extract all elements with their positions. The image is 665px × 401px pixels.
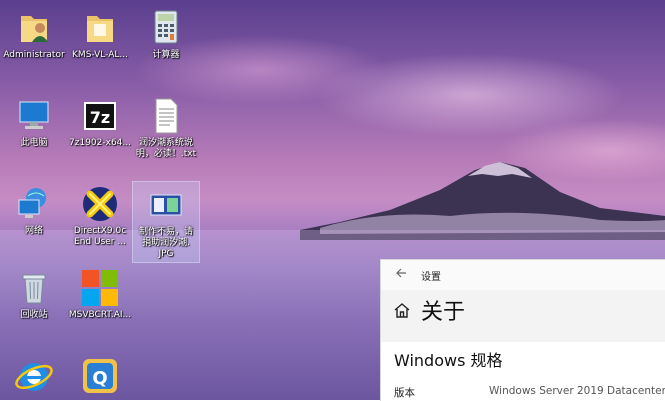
icon-label: 此电脑 bbox=[20, 138, 48, 148]
icon-label: 计算器 bbox=[152, 50, 180, 60]
calculator-icon bbox=[146, 8, 186, 48]
desktop-icon-network[interactable]: 网络 bbox=[1, 184, 67, 237]
icon-label: 润汐潮系统说 明，必读！.txt bbox=[135, 138, 197, 159]
spec-key: 版本 bbox=[394, 387, 415, 399]
desktop-icon-7zip[interactable]: 7z 7z1902-x64... bbox=[67, 96, 133, 149]
desktop-icon-q-app[interactable]: Q bbox=[67, 356, 133, 398]
computer-icon bbox=[14, 96, 54, 136]
page-heading-row: 关于 bbox=[381, 290, 665, 330]
windows-spec-section: Windows 规格 版本 Windows Server 2019 Datace… bbox=[381, 342, 665, 401]
spec-value: Windows Server 2019 Datacenter bbox=[489, 385, 665, 397]
internet-explorer-icon bbox=[14, 356, 54, 396]
mountain-scenery bbox=[300, 162, 665, 240]
window-title: 设置 bbox=[421, 271, 441, 283]
network-icon bbox=[14, 184, 54, 224]
icon-label: 回收站 bbox=[20, 310, 48, 320]
desktop-icon-directx[interactable]: DirectX9.0c End User ... bbox=[67, 184, 133, 248]
desktop-icon-administrator[interactable]: Administrator bbox=[1, 8, 67, 61]
7zip-icon: 7z bbox=[80, 96, 120, 136]
directx-icon bbox=[80, 184, 120, 224]
home-icon[interactable] bbox=[393, 301, 411, 319]
desktop-icon-readme-txt[interactable]: 润汐潮系统说 明，必读！.txt bbox=[133, 96, 199, 160]
desktop-icon-donate-jpg[interactable]: 制作不易，请 捐助润汐潮. JPG bbox=[132, 181, 200, 263]
section-title: Windows 规格 bbox=[394, 351, 503, 370]
back-arrow-icon bbox=[396, 268, 406, 278]
desktop-icon-msvbcrt[interactable]: MSVBCRT.AI... bbox=[67, 268, 133, 321]
back-button[interactable] bbox=[381, 267, 421, 283]
svg-text:Q: Q bbox=[92, 368, 107, 389]
image-file-icon bbox=[146, 185, 186, 225]
icon-label: KMS-VL-AL... bbox=[72, 50, 128, 60]
desktop-icon-calculator[interactable]: 计算器 bbox=[133, 8, 199, 61]
settings-titlebar: 设置 bbox=[381, 260, 665, 290]
settings-window: 设置 关于 Windows 规格 版本 Windows Server 2019 … bbox=[380, 259, 665, 401]
desktop-icon-kms[interactable]: KMS-VL-AL... bbox=[67, 8, 133, 61]
windows-logo-icon bbox=[80, 268, 120, 308]
icon-label: 7z1902-x64... bbox=[69, 138, 131, 148]
desktop-icon-internet-explorer[interactable] bbox=[1, 356, 67, 398]
icon-label: Administrator bbox=[3, 50, 65, 60]
user-folder-icon bbox=[14, 8, 54, 48]
icon-label: 制作不易，请 捐助润汐潮. JPG bbox=[138, 227, 193, 259]
app-q-icon: Q bbox=[80, 356, 120, 396]
icon-label: MSVBCRT.AI... bbox=[68, 310, 132, 320]
recycle-bin-icon bbox=[14, 268, 54, 308]
desktop-icon-this-pc[interactable]: 此电脑 bbox=[1, 96, 67, 149]
icon-label: 网络 bbox=[24, 226, 43, 236]
desktop-icon-recycle-bin[interactable]: 回收站 bbox=[1, 268, 67, 321]
text-file-icon bbox=[146, 96, 186, 136]
folder-icon bbox=[80, 8, 120, 48]
page-title: 关于 bbox=[421, 300, 466, 325]
svg-text:7z: 7z bbox=[90, 108, 110, 127]
icon-label: DirectX9.0c End User ... bbox=[73, 226, 127, 247]
